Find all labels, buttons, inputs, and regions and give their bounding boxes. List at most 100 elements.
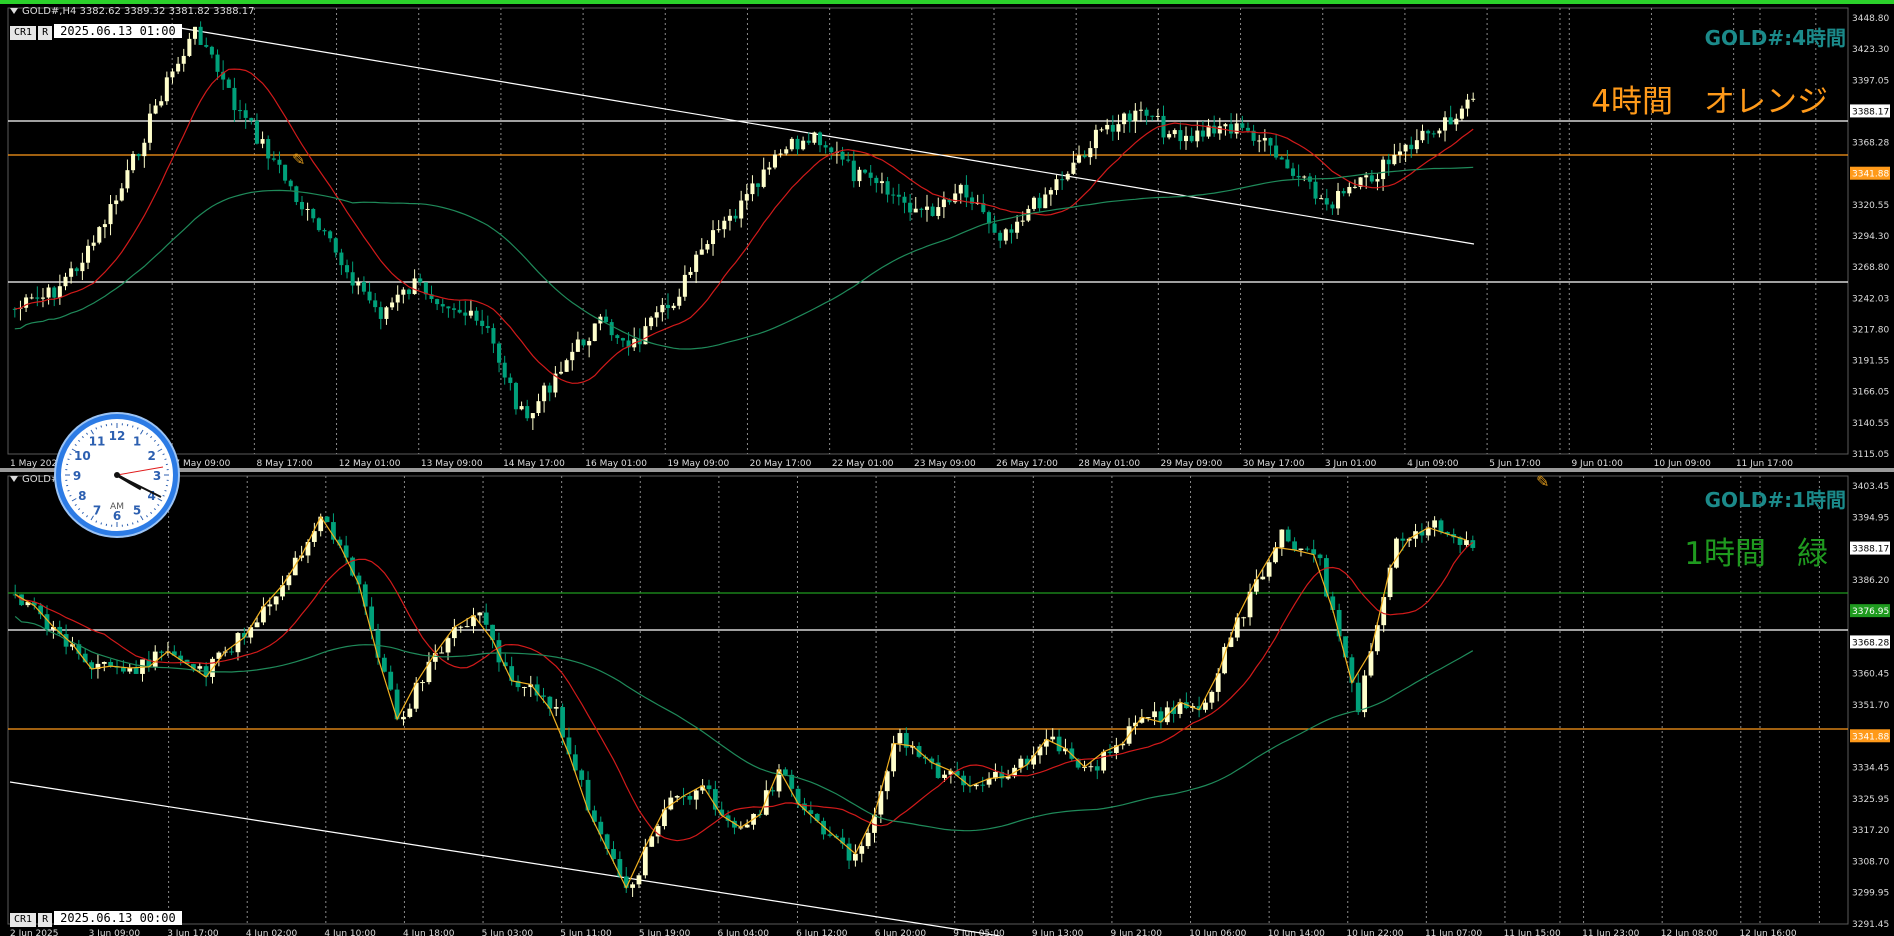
clock-tick (69, 453, 72, 456)
bottom_chart-candle (942, 774, 947, 778)
top_chart-candle (1257, 140, 1262, 142)
top_chart-candle (1347, 186, 1352, 194)
bottom_chart-candle (381, 657, 387, 672)
top_chart-candle (1144, 109, 1149, 116)
bottom_chart-candle (254, 622, 260, 628)
top_chart-candle (147, 113, 152, 143)
bottom_chart-candle (693, 790, 699, 800)
top_chart-candle (818, 132, 823, 146)
bottom_chart-candle (1234, 617, 1240, 638)
clock-tick (86, 515, 89, 518)
top_chart-candle (102, 224, 107, 228)
expert-advisor-icon[interactable]: ✎ (1536, 472, 1549, 491)
bottom_chart-time-label: 11 Jun 23:00 (1582, 929, 1639, 936)
bottom_chart-candle (1387, 567, 1393, 598)
h4-note: 4時間 オレンジ (1591, 84, 1828, 120)
top_chart-candle (406, 289, 411, 295)
bottom_chart-price-label: 3325.95 (1852, 795, 1889, 805)
top_chart-candle (91, 242, 96, 246)
top_chart-candle (772, 154, 777, 168)
bottom_chart-candle (292, 557, 298, 576)
h1-chart-canvas[interactable]: 2 Jun 2025 3 Jun 09:00 3 Jun 17:00 4 Jun 02… (0, 472, 1894, 936)
top_chart-candle (322, 230, 327, 232)
bottom_chart-candle (1330, 596, 1336, 610)
clock-tick (67, 458, 70, 461)
top_chart-candle (1037, 197, 1042, 209)
top_chart-candle (356, 281, 361, 286)
top_chart-candle (575, 339, 580, 352)
top_chart-time-label: 13 May 09:00 (421, 459, 483, 468)
top_chart-time-label: 20 May 17:00 (750, 459, 812, 468)
top_chart-candle (722, 220, 727, 230)
h4-chart-canvas[interactable]: 1 May 20256 May 01:007 May 09:008 May 17… (0, 4, 1894, 468)
bottom_chart-candle (630, 884, 635, 888)
top_chart-time-label: 7 May 09:00 (174, 459, 230, 468)
h1-crosshair-readout: CR1 R 2025.06.13 00:00 (10, 911, 184, 927)
top_chart-candle (767, 167, 772, 170)
top_chart-candle (1426, 130, 1431, 134)
top_chart-time-label: 10 Jun 09:00 (1654, 459, 1711, 468)
clock-ampm: AM (110, 502, 124, 512)
clock-tick (164, 489, 167, 492)
top_chart-candle (311, 208, 316, 219)
bottom_chart-candle (1266, 562, 1272, 577)
top_chart-candle (1229, 124, 1234, 134)
top_chart-candle (885, 181, 890, 195)
top_chart-candle (964, 184, 969, 198)
bottom_chart-candle (846, 843, 852, 861)
top_chart-candle (1133, 110, 1138, 122)
top_chart-price-label: 3115.05 (1852, 450, 1889, 460)
h1-chart-pane[interactable]: 2 Jun 2025 3 Jun 09:00 3 Jun 17:00 4 Jun 02… (0, 472, 1894, 936)
top_chart-candle (412, 278, 417, 295)
top_chart-candle (1375, 179, 1380, 182)
clock-tick (140, 515, 144, 521)
top_chart-candle (823, 145, 828, 148)
top_chart-candle (57, 286, 62, 298)
bottom_chart-candle (464, 626, 470, 628)
top_chart-candle (390, 302, 395, 308)
top_chart-candle (1200, 130, 1205, 137)
top_chart-candle (187, 38, 192, 56)
top_chart-candle (1397, 151, 1402, 155)
h1-cr-label[interactable]: CR1 (10, 913, 37, 927)
bottom_chart-candle (1209, 691, 1215, 703)
h4-r-label[interactable]: R (38, 26, 53, 40)
collapse-triangle-icon[interactable] (10, 476, 18, 482)
collapse-triangle-icon[interactable] (10, 8, 18, 14)
bottom_chart-candle (121, 667, 126, 672)
top_chart-price-label: 3294.30 (1852, 232, 1889, 242)
top_chart-candle (1150, 115, 1155, 117)
top_chart-candle (1443, 117, 1448, 131)
bottom_chart-candle (579, 770, 585, 780)
top_chart-price-label: 3268.80 (1852, 263, 1889, 273)
top_chart-candle (513, 382, 518, 410)
clock-tick (145, 432, 148, 435)
top_chart-time-label: 1 May 2025 (10, 459, 63, 468)
h4-chart-pane[interactable]: 1 May 20256 May 01:007 May 09:008 May 17… (0, 0, 1894, 468)
top_chart-candle (1262, 137, 1267, 141)
bottom_chart-candle (1438, 520, 1444, 533)
top_chart-candle (1071, 162, 1076, 174)
clock-tick (153, 439, 156, 442)
top_chart-candle (699, 249, 704, 255)
expert-advisor-icon[interactable]: ✎ (292, 150, 305, 169)
h4-cr-label[interactable]: CR1 (10, 26, 37, 40)
top_chart-candle (1167, 134, 1172, 138)
h1-r-label[interactable]: R (38, 913, 53, 927)
bottom_chart-zigzag (14, 515, 1467, 890)
top_chart-candle (125, 170, 130, 189)
top_chart-candle (367, 291, 372, 301)
clock-tick (150, 511, 153, 514)
top_chart-candle (525, 406, 530, 419)
bottom_chart-candle (1094, 766, 1100, 771)
bottom_chart-candle (407, 708, 413, 717)
top_chart-candle (373, 300, 378, 308)
bottom_chart-time-label: 4 Jun 18:00 (403, 929, 455, 936)
top_chart-candle (1364, 175, 1369, 178)
bottom_chart-candle (744, 824, 750, 828)
bottom_chart-candle (1317, 554, 1323, 559)
top_chart-candle (204, 44, 209, 47)
top_chart-candle (1178, 130, 1183, 142)
clock-tick (157, 503, 160, 506)
clock-tick (157, 448, 163, 452)
